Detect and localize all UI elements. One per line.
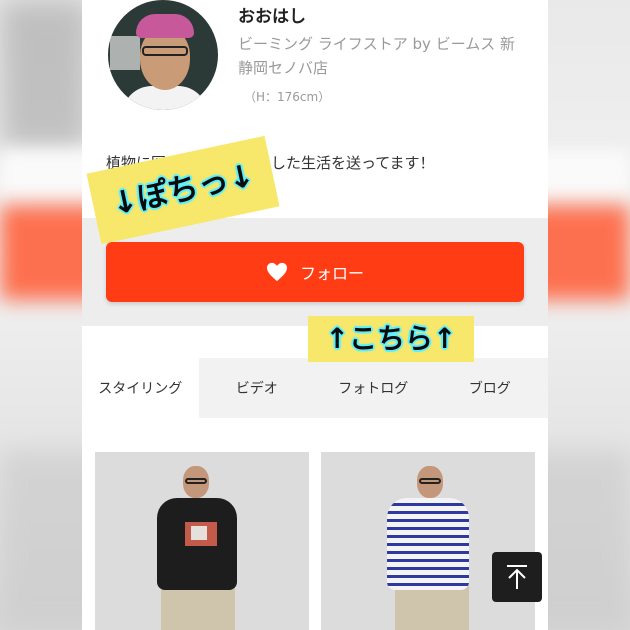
avatar-glasses xyxy=(142,46,188,56)
styling-card[interactable] xyxy=(321,452,535,630)
annotation-text: ↓ぽちっ↓ xyxy=(108,157,258,223)
avatar-cap xyxy=(136,14,194,38)
avatar[interactable] xyxy=(108,0,218,110)
photo-pants xyxy=(395,586,469,630)
tab-styling[interactable]: スタイリング xyxy=(82,358,199,418)
tab-blog[interactable]: ブログ xyxy=(432,358,549,418)
content-tabs: スタイリング ビデオ フォトログ ブログ xyxy=(82,358,548,418)
scroll-to-top-button[interactable] xyxy=(492,552,542,602)
profile-screen: おおはし ビーミング ライフストア by ビームス 新静岡セノバ店 （H：176… xyxy=(82,0,548,630)
follow-section: フォロー xyxy=(82,218,548,326)
annotation-sticker-bottom: ↑こちら↑ xyxy=(308,316,474,362)
heart-icon xyxy=(266,262,287,282)
background-shadow xyxy=(0,0,90,150)
annotation-text: ↑こちら↑ xyxy=(325,322,457,355)
avatar-background-sign xyxy=(110,36,140,70)
photo-pants xyxy=(161,586,235,630)
tab-video[interactable]: ビデオ xyxy=(199,358,316,418)
arrow-up-to-top-icon xyxy=(507,565,527,589)
staff-name: おおはし xyxy=(238,7,306,27)
shop-name[interactable]: ビーミング ライフストア by ビームス 新静岡セノバ店 xyxy=(238,32,528,80)
photo-glasses xyxy=(185,478,207,484)
tab-label: スタイリング xyxy=(98,381,183,397)
photo-print-detail xyxy=(191,526,207,540)
styling-card[interactable] xyxy=(95,452,309,630)
follow-button[interactable]: フォロー xyxy=(106,242,524,302)
photo-striped-shirt xyxy=(387,498,469,590)
tab-label: ビデオ xyxy=(235,381,278,397)
staff-height: （H：176cm） xyxy=(244,90,331,104)
tab-label: ブログ xyxy=(468,381,511,397)
tab-label: フォトログ xyxy=(338,381,409,397)
tab-photolog[interactable]: フォトログ xyxy=(315,358,432,418)
follow-button-label: フォロー xyxy=(299,264,364,283)
photo-glasses xyxy=(419,478,441,484)
